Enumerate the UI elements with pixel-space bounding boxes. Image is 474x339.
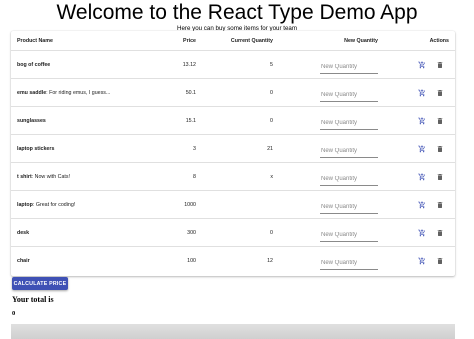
delete-item-button[interactable]: [435, 256, 445, 266]
add-shopping-cart-icon: [418, 117, 426, 125]
table-header: Product Name Price Current Quantity New …: [11, 31, 455, 51]
product-price: 3: [193, 146, 196, 152]
table-row: chair 100 12: [11, 247, 455, 275]
product-price: 13.12: [182, 62, 196, 68]
add-to-cart-button[interactable]: [417, 200, 427, 210]
new-quantity-input[interactable]: [320, 144, 378, 158]
product-description: : Great for coding!: [32, 202, 76, 208]
table-row: t shirt: Now with Cats! 8 x: [11, 163, 455, 191]
column-header-product-name: Product Name: [17, 38, 53, 44]
new-quantity-input[interactable]: [320, 116, 378, 130]
column-header-current-quantity: Current Quantity: [230, 38, 273, 44]
product-price: 1000: [184, 202, 196, 208]
product-name: desk: [17, 230, 30, 236]
product-description: : For riding emus, I guess...: [46, 90, 111, 96]
product-name: bog of coffee: [17, 62, 51, 68]
product-price: 50.1: [185, 90, 196, 96]
product-name-cell: laptop stickers: [17, 146, 54, 153]
trash-icon: [436, 89, 444, 97]
new-quantity-input[interactable]: [320, 60, 378, 74]
add-to-cart-button[interactable]: [417, 228, 427, 238]
delete-item-button[interactable]: [435, 116, 445, 126]
product-name-cell: sunglasses: [17, 118, 46, 125]
add-to-cart-button[interactable]: [417, 60, 427, 70]
current-quantity: 0: [270, 90, 273, 96]
trash-icon: [436, 173, 444, 181]
new-quantity-input[interactable]: [320, 88, 378, 102]
product-name-cell: laptop: Great for coding!: [17, 202, 75, 209]
trash-icon: [436, 257, 444, 265]
product-price: 100: [187, 258, 196, 264]
new-quantity-input[interactable]: [320, 172, 378, 186]
product-name-cell: t shirt: Now with Cats!: [17, 174, 70, 181]
total-value: 0: [12, 310, 16, 317]
delete-item-button[interactable]: [435, 200, 445, 210]
current-quantity: 5: [270, 62, 273, 68]
delete-item-button[interactable]: [435, 172, 445, 182]
product-name: chair: [17, 258, 30, 264]
table-row: desk 300 0: [11, 219, 455, 247]
add-shopping-cart-icon: [418, 61, 426, 69]
total-label: Your total is: [12, 295, 54, 304]
add-shopping-cart-icon: [418, 145, 426, 153]
trash-icon: [436, 117, 444, 125]
add-to-cart-button[interactable]: [417, 172, 427, 182]
add-to-cart-button[interactable]: [417, 88, 427, 98]
current-quantity: 0: [270, 118, 273, 124]
current-quantity: x: [270, 174, 273, 180]
column-header-price: Price: [183, 38, 196, 44]
add-shopping-cart-icon: [418, 257, 426, 265]
product-price: 300: [187, 230, 196, 236]
page-footer-shade: [11, 324, 455, 339]
product-price: 8: [193, 174, 196, 180]
current-quantity: 0: [270, 230, 273, 236]
table-row: laptop stickers 3 21: [11, 135, 455, 163]
table-row: laptop: Great for coding! 1000: [11, 191, 455, 219]
product-price: 15.1: [185, 118, 196, 124]
product-description: : Now with Cats!: [31, 174, 70, 180]
table-row: sunglasses 15.1 0: [11, 107, 455, 135]
product-name-cell: emu saddle: For riding emus, I guess...: [17, 90, 110, 97]
trash-icon: [436, 145, 444, 153]
product-name-cell: bog of coffee: [17, 62, 50, 69]
add-shopping-cart-icon: [418, 201, 426, 209]
table-row: emu saddle: For riding emus, I guess... 5…: [11, 79, 455, 107]
app-title: Welcome to the React Type Demo App: [56, 1, 418, 24]
products-table: Product Name Price Current Quantity New …: [11, 31, 455, 276]
product-name: sunglasses: [17, 118, 46, 124]
delete-item-button[interactable]: [435, 60, 445, 70]
product-name: laptop: [17, 202, 33, 208]
new-quantity-input[interactable]: [320, 228, 378, 242]
delete-item-button[interactable]: [435, 144, 445, 154]
column-header-actions: Actions: [429, 38, 449, 44]
product-name: t shirt: [17, 174, 32, 180]
new-quantity-input[interactable]: [320, 256, 378, 270]
add-to-cart-button[interactable]: [417, 256, 427, 266]
delete-item-button[interactable]: [435, 88, 445, 98]
calculate-price-button[interactable]: CALCULATE PRICE: [12, 277, 68, 290]
product-name: emu saddle: [17, 90, 47, 96]
column-header-new-quantity: New Quantity: [344, 38, 378, 44]
new-quantity-input[interactable]: [320, 200, 378, 214]
product-name: laptop stickers: [17, 146, 55, 152]
current-quantity: 21: [267, 146, 273, 152]
trash-icon: [436, 201, 444, 209]
product-name-cell: chair: [17, 258, 30, 265]
table-row: bog of coffee 13.12 5: [11, 51, 455, 79]
add-shopping-cart-icon: [418, 173, 426, 181]
current-quantity: 12: [267, 258, 273, 264]
add-to-cart-button[interactable]: [417, 144, 427, 154]
add-shopping-cart-icon: [418, 229, 426, 237]
product-name-cell: desk: [17, 230, 29, 237]
trash-icon: [436, 61, 444, 69]
delete-item-button[interactable]: [435, 228, 445, 238]
add-to-cart-button[interactable]: [417, 116, 427, 126]
trash-icon: [436, 229, 444, 237]
add-shopping-cart-icon: [418, 89, 426, 97]
